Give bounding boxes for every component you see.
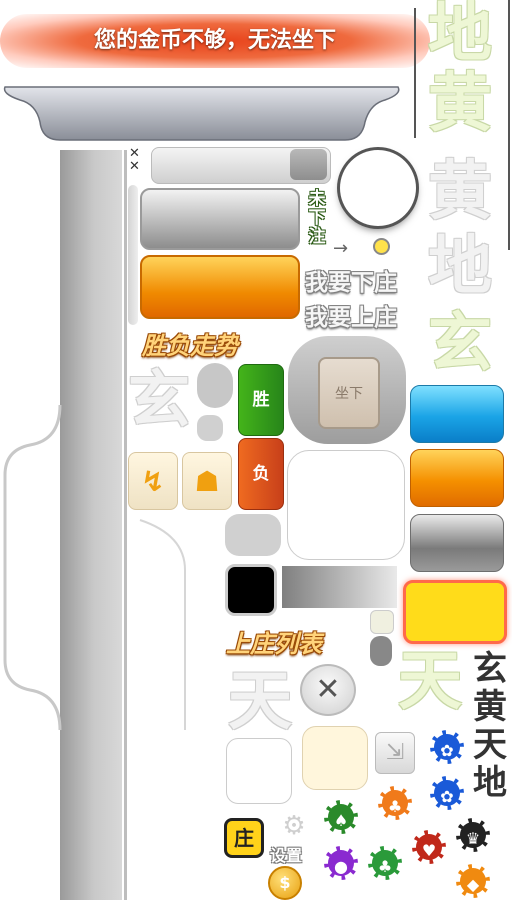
cream-square bbox=[302, 726, 368, 790]
vertical-divider bbox=[414, 8, 416, 138]
fade-char-huang: 黄 bbox=[428, 67, 492, 141]
orange-button[interactable] bbox=[140, 255, 300, 319]
banker-icon: 庄 bbox=[224, 818, 264, 858]
vertical-title-char-2: 黄 bbox=[473, 687, 507, 727]
vertical-title-char-1: 玄 bbox=[473, 649, 507, 689]
want-down-banker-button[interactable]: 我要下庄 bbox=[305, 263, 397, 297]
small-light-square bbox=[370, 610, 394, 634]
indicator-dot bbox=[373, 238, 390, 255]
fade-char-tian-gray: 天 bbox=[228, 665, 292, 739]
settings-button[interactable]: 设置 bbox=[270, 842, 302, 866]
chip-red-heart[interactable]: ♥ bbox=[412, 830, 446, 864]
chip-green-club[interactable]: ♣ bbox=[368, 846, 402, 880]
gray-tray bbox=[3, 86, 400, 141]
want-up-banker-button[interactable]: 我要上庄 bbox=[305, 298, 397, 332]
chip-blue-flower[interactable]: ✿ bbox=[430, 730, 464, 764]
chip-black-crown[interactable]: ♛ bbox=[456, 818, 490, 852]
fade-char-di: 地 bbox=[428, 0, 492, 71]
not-bet-label: 未下注 bbox=[308, 189, 326, 247]
close-button[interactable]: ✕ bbox=[300, 664, 356, 716]
chip-orange-diamond[interactable]: ◆ bbox=[456, 864, 490, 898]
chip-orange-club[interactable]: ♣ bbox=[378, 786, 412, 820]
blank-panel bbox=[287, 450, 405, 560]
sit-down-button[interactable]: 坐下 bbox=[318, 357, 380, 429]
small-dark-pill bbox=[370, 636, 392, 666]
black-square bbox=[225, 564, 277, 616]
chip-green-spade[interactable]: ♠ bbox=[324, 800, 358, 834]
fade-char-di-gray: 地 bbox=[428, 230, 492, 304]
gray-pill-large bbox=[197, 363, 233, 408]
trend-chart-icon[interactable]: ↯ bbox=[128, 452, 178, 510]
close-marks: ✕ ✕ bbox=[129, 146, 140, 174]
orange-square-button[interactable] bbox=[410, 449, 504, 507]
vertical-title-char-4: 地 bbox=[473, 763, 507, 803]
gradient-bar bbox=[282, 566, 397, 608]
gray-rounded-square bbox=[225, 514, 281, 556]
avatar-frame bbox=[340, 150, 416, 226]
gray-square-button[interactable] bbox=[410, 514, 504, 572]
gray-pill-small bbox=[197, 415, 223, 441]
exit-icon[interactable]: ⇲ bbox=[375, 732, 415, 774]
divider-line bbox=[124, 150, 127, 900]
arrow-right-icon: → bbox=[333, 238, 349, 259]
vertical-scrollbar[interactable] bbox=[128, 185, 138, 325]
players-icon[interactable]: ☗ bbox=[182, 452, 232, 510]
notice-text: 您的金币不够，无法坐下 bbox=[93, 28, 336, 53]
gray-button[interactable] bbox=[140, 188, 300, 250]
fade-char-tian-green: 天 bbox=[398, 645, 462, 719]
vertical-title-char-3: 天 bbox=[473, 725, 507, 765]
chip-purple[interactable]: ● bbox=[324, 846, 358, 880]
blue-button[interactable] bbox=[410, 385, 504, 443]
fade-char-huang-gray: 黄 bbox=[428, 155, 492, 229]
fade-char-xuan-gray: 玄 bbox=[128, 363, 191, 436]
white-square bbox=[226, 738, 292, 804]
right-divider bbox=[508, 0, 510, 250]
lose-button[interactable]: 负 bbox=[238, 438, 284, 510]
win-button[interactable]: 胜 bbox=[238, 364, 284, 436]
gear-icon[interactable]: ⚙ bbox=[272, 812, 316, 840]
yellow-button[interactable] bbox=[403, 580, 507, 644]
trend-title: 胜负走势 bbox=[142, 332, 238, 360]
fade-char-xuan: 玄 bbox=[428, 307, 492, 381]
vertical-title: 玄 黄 天 地 bbox=[470, 650, 510, 802]
banker-list-title: 上庄列表 bbox=[226, 630, 322, 658]
chip-blue-star[interactable]: ✿ bbox=[430, 776, 464, 810]
coin-icon: $ bbox=[268, 866, 302, 900]
slider-knob[interactable] bbox=[290, 149, 327, 180]
